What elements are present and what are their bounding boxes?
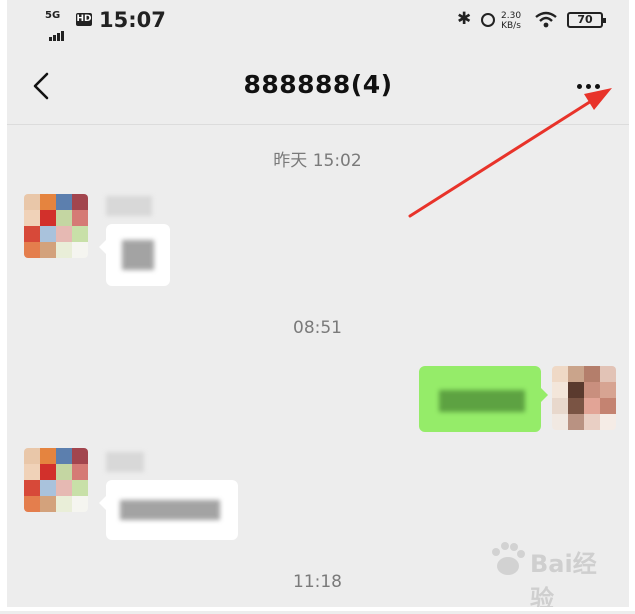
frame-edge-bottom (0, 607, 635, 611)
frame-edge-right (629, 0, 635, 611)
more-dots-icon[interactable] (575, 74, 613, 100)
network-speed: 2.30 KB/s (501, 11, 521, 31)
watermark-text: Bai经验 (530, 550, 597, 613)
message-bubble[interactable] (99, 224, 170, 286)
avatar[interactable] (24, 194, 88, 258)
alarm-icon (481, 13, 495, 27)
baidu-watermark: Bai经验 (486, 538, 606, 613)
speed-value: 2.30 (501, 11, 522, 21)
hd-badge: HD (76, 13, 92, 26)
status-bar: 5G HD 15:07 ✱ 2.30 KB/s 70 (7, 0, 629, 44)
chat-screen: 5G HD 15:07 ✱ 2.30 KB/s 70 888888(4) 昨天 … (0, 0, 635, 613)
message-text-redacted (120, 500, 220, 520)
network-type: 5G (45, 10, 61, 21)
paw-icon (492, 542, 525, 575)
signal-bars-icon (49, 22, 65, 41)
avatar-self[interactable] (552, 366, 616, 430)
bluetooth-icon: ✱ (457, 9, 472, 29)
timestamp: 昨天 15:02 (273, 151, 362, 171)
sender-name-redacted (106, 196, 152, 216)
message-text-redacted (122, 240, 154, 270)
message-bubble[interactable] (99, 480, 238, 540)
sender-name-redacted (106, 452, 144, 472)
wifi-icon (535, 11, 557, 28)
speed-unit: KB/s (501, 21, 521, 31)
timestamp: 08:51 (293, 318, 342, 338)
chat-header: 888888(4) (7, 44, 629, 124)
signal-indicator: 5G (45, 10, 75, 41)
status-time: 15:07 (99, 8, 166, 32)
frame-edge-left (0, 0, 7, 611)
battery-indicator: 70 (567, 12, 606, 28)
chat-title: 888888(4) (243, 70, 393, 99)
header-divider (7, 124, 629, 125)
message-bubble-outgoing[interactable] (419, 366, 548, 432)
message-text-redacted (439, 390, 525, 412)
avatar[interactable] (24, 448, 88, 512)
